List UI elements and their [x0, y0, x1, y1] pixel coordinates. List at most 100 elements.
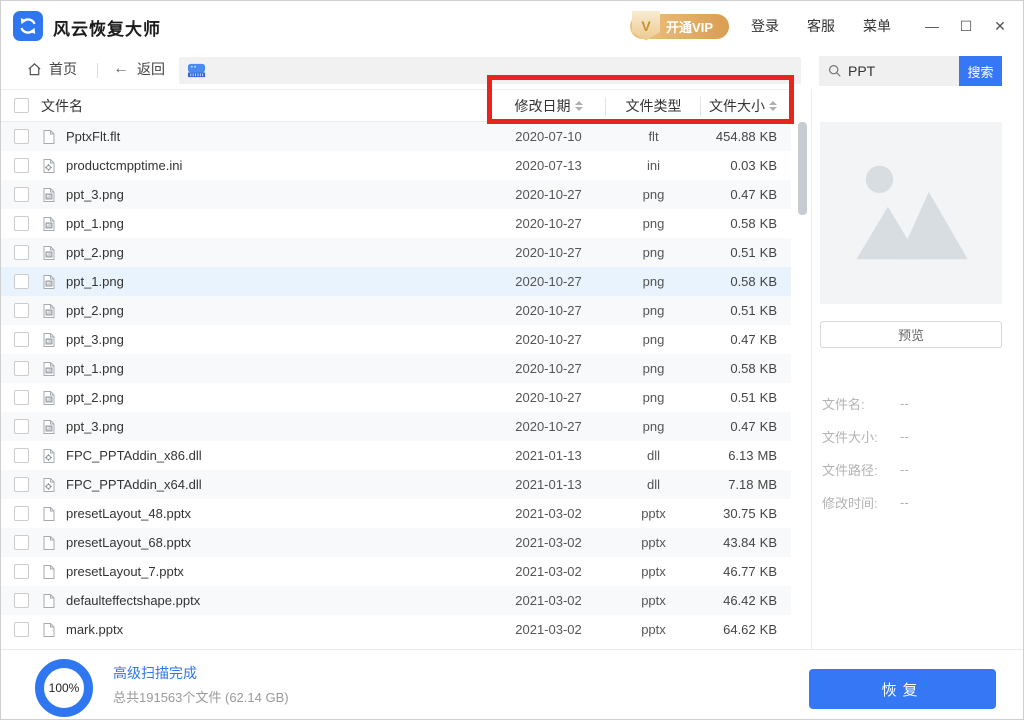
file-size: 64.62 KB	[701, 622, 791, 637]
file-size-unit: KB	[760, 129, 777, 144]
file-name: defaulteffectshape.pptx	[66, 593, 200, 608]
row-checkbox[interactable]	[14, 448, 29, 463]
scrollbar-thumb[interactable]	[798, 122, 807, 215]
date-column-header[interactable]: 修改日期	[491, 96, 606, 116]
info-row-filename: 文件名: --	[822, 387, 1018, 420]
file-name-cell: ppt_1.png	[28, 274, 491, 290]
menu-link[interactable]: 菜单	[863, 16, 891, 36]
file-type: flt	[606, 129, 701, 144]
login-link[interactable]: 登录	[751, 16, 779, 36]
file-size: 0.03 KB	[701, 158, 791, 173]
row-checkbox[interactable]	[14, 361, 29, 376]
table-row[interactable]: ppt_3.png 2020-10-27 png 0.47 KB	[1, 180, 791, 209]
row-check-cell	[1, 477, 28, 492]
table-row[interactable]: PptxFlt.flt 2020-07-10 flt 454.88 KB	[1, 122, 791, 151]
table-row[interactable]: presetLayout_48.pptx 2021-03-02 pptx 30.…	[1, 499, 791, 528]
table-row[interactable]: ppt_2.png 2020-10-27 png 0.51 KB	[1, 238, 791, 267]
name-column-header[interactable]: 文件名	[28, 96, 491, 116]
file-size-value: 454.88	[716, 129, 756, 144]
info-row-modified: 修改时间: --	[822, 486, 1018, 519]
file-date: 2020-10-27	[491, 390, 606, 405]
table-row[interactable]: FPC_PPTAddin_x86.dll 2021-01-13 dll 6.13…	[1, 441, 791, 470]
row-checkbox[interactable]	[14, 303, 29, 318]
row-checkbox[interactable]	[14, 129, 29, 144]
type-column-header[interactable]: 文件类型	[606, 96, 701, 116]
file-name-cell: productcmpptime.ini	[28, 158, 491, 174]
row-checkbox[interactable]	[14, 535, 29, 550]
size-column-header[interactable]: 文件大小	[701, 96, 791, 116]
info-label: 修改时间:	[822, 493, 900, 512]
search-button[interactable]: 搜索	[959, 56, 1002, 86]
file-name-cell: mark.pptx	[28, 622, 491, 638]
info-label: 文件路径:	[822, 460, 900, 479]
file-size-value: 30.75	[723, 506, 756, 521]
row-checkbox[interactable]	[14, 506, 29, 521]
row-checkbox[interactable]	[14, 332, 29, 347]
table-row[interactable]: ppt_2.png 2020-10-27 png 0.51 KB	[1, 383, 791, 412]
size-header-label: 文件大小	[709, 96, 765, 116]
back-button[interactable]: ← 返回	[113, 59, 165, 79]
title-bar: 风云恢复大师 V 开通VIP 登录 客服 菜单 — ☐ ✕	[1, 1, 1024, 51]
date-sort-icon[interactable]	[575, 101, 583, 111]
row-checkbox[interactable]	[14, 216, 29, 231]
table-row[interactable]: productcmpptime.ini 2020-07-13 ini 0.03 …	[1, 151, 791, 180]
file-type: pptx	[606, 506, 701, 521]
address-bar[interactable]	[179, 57, 801, 84]
row-checkbox[interactable]	[14, 593, 29, 608]
table-row[interactable]: ppt_3.png 2020-10-27 png 0.47 KB	[1, 412, 791, 441]
scan-summary: 总共191563个文件 (62.14 GB)	[113, 687, 289, 706]
size-sort-icon[interactable]	[769, 101, 777, 111]
row-checkbox[interactable]	[14, 419, 29, 434]
table-row[interactable]: ppt_2.png 2020-10-27 png 0.51 KB	[1, 296, 791, 325]
file-size-value: 0.51	[730, 245, 755, 260]
minimize-button[interactable]: —	[919, 18, 945, 34]
customer-service-link[interactable]: 客服	[807, 16, 835, 36]
back-arrow-icon: ←	[113, 60, 129, 78]
file-size: 6.13 MB	[701, 448, 791, 463]
table-row[interactable]: presetLayout_7.pptx 2021-03-02 pptx 46.7…	[1, 557, 791, 586]
file-info: 文件名: -- 文件大小: -- 文件路径: -- 修改时间: --	[822, 387, 1018, 519]
search-box[interactable]	[819, 56, 959, 86]
select-all-checkbox[interactable]	[14, 98, 29, 113]
file-name-cell: ppt_3.png	[28, 332, 491, 348]
info-value: --	[900, 495, 909, 510]
table-row[interactable]: ppt_1.png 2020-10-27 png 0.58 KB	[1, 267, 791, 296]
search-input[interactable]	[848, 63, 943, 79]
table-row[interactable]: ppt_1.png 2020-10-27 png 0.58 KB	[1, 209, 791, 238]
file-type: pptx	[606, 535, 701, 550]
row-checkbox[interactable]	[14, 274, 29, 289]
table-row[interactable]: presetLayout_68.pptx 2021-03-02 pptx 43.…	[1, 528, 791, 557]
file-name: ppt_3.png	[66, 419, 124, 434]
row-checkbox[interactable]	[14, 622, 29, 637]
row-checkbox[interactable]	[14, 564, 29, 579]
header-divider	[490, 97, 491, 116]
table-row[interactable]: defaulteffectshape.pptx 2021-03-02 pptx …	[1, 586, 791, 615]
preview-button[interactable]: 预览	[820, 321, 1002, 348]
file-size-value: 0.47	[730, 419, 755, 434]
row-checkbox[interactable]	[14, 477, 29, 492]
home-button[interactable]: 首页	[27, 59, 77, 79]
table-row[interactable]: mark.pptx 2021-03-02 pptx 64.62 KB	[1, 615, 791, 644]
table-row[interactable]: ppt_1.png 2020-10-27 png 0.58 KB	[1, 354, 791, 383]
recover-button[interactable]: 恢复	[809, 669, 996, 709]
home-label: 首页	[49, 59, 77, 79]
close-button[interactable]: ✕	[987, 18, 1013, 35]
file-name-cell: FPC_PPTAddin_x64.dll	[28, 477, 491, 493]
file-type-icon	[41, 593, 57, 609]
table-row[interactable]: FPC_PPTAddin_x64.dll 2021-01-13 dll 7.18…	[1, 470, 791, 499]
vip-button[interactable]: V 开通VIP	[630, 14, 729, 39]
file-size: 0.51 KB	[701, 303, 791, 318]
row-checkbox[interactable]	[14, 390, 29, 405]
file-type: png	[606, 419, 701, 434]
file-size-value: 46.77	[723, 564, 756, 579]
toolbar-divider	[97, 63, 98, 78]
row-checkbox[interactable]	[14, 245, 29, 260]
row-checkbox[interactable]	[14, 158, 29, 173]
file-type: png	[606, 216, 701, 231]
row-check-cell	[1, 245, 28, 260]
table-row[interactable]: ppt_3.png 2020-10-27 png 0.47 KB	[1, 325, 791, 354]
maximize-button[interactable]: ☐	[953, 18, 979, 35]
info-value: --	[900, 396, 909, 411]
file-name: presetLayout_68.pptx	[66, 535, 191, 550]
row-checkbox[interactable]	[14, 187, 29, 202]
